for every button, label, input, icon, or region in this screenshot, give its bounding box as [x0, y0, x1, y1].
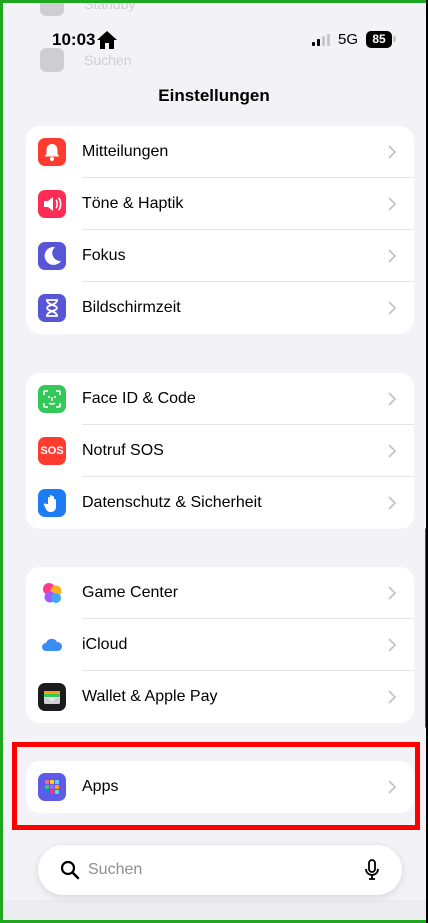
search-icon: [60, 860, 80, 880]
microphone-icon[interactable]: [364, 859, 380, 881]
settings-screen: Standby Suchen 10:03 5G 85 Einstellungen…: [0, 0, 428, 923]
row-label: Töne & Haptik: [82, 195, 184, 212]
row-label: Game Center: [82, 584, 179, 601]
chevron-right-icon: [388, 444, 396, 458]
row-mitteilungen[interactable]: Mitteilungen: [26, 126, 414, 178]
status-time: 10:03: [52, 30, 96, 49]
row-label: Fokus: [82, 247, 126, 264]
chevron-right-icon: [388, 690, 396, 704]
bottom-backdrop: [0, 900, 428, 923]
chevron-right-icon: [388, 638, 396, 652]
hourglass-icon: [38, 294, 66, 322]
row-icloud[interactable]: iCloud: [26, 619, 414, 671]
settings-group-4: Apps: [26, 761, 414, 813]
row-label: iCloud: [82, 636, 128, 653]
background-row-label: Standby: [84, 0, 136, 12]
row-wallet-apple-pay[interactable]: Wallet & Apple Pay: [26, 671, 414, 723]
cloud-icon: [38, 631, 66, 659]
battery-level: 85: [366, 31, 392, 48]
row-notruf-sos[interactable]: SOS Notruf SOS: [26, 425, 414, 477]
row-bildschirmzeit[interactable]: Bildschirmzeit: [26, 282, 414, 334]
row-label: Notruf SOS: [82, 442, 164, 459]
chevron-right-icon: [388, 496, 396, 510]
chevron-right-icon: [388, 145, 396, 159]
speaker-icon: [38, 190, 66, 218]
moon-icon: [38, 242, 66, 270]
settings-group-3: Game Center iCloud Wallet & Apple Pay: [26, 567, 414, 723]
chevron-right-icon: [388, 392, 396, 406]
row-game-center[interactable]: Game Center: [26, 567, 414, 619]
row-face-id-code[interactable]: Face ID & Code: [26, 373, 414, 425]
page-title: Einstellungen: [158, 86, 270, 105]
row-label: Wallet & Apple Pay: [82, 688, 218, 705]
game-center-icon: [38, 579, 66, 607]
chevron-right-icon: [388, 197, 396, 211]
settings-group-1: Mitteilungen Töne & Haptik Fokus Bildsch…: [26, 126, 414, 334]
background-row: Standby: [40, 0, 135, 16]
face-id-icon: [38, 385, 66, 413]
search-input[interactable]: Suchen: [88, 845, 142, 895]
chevron-right-icon: [388, 586, 396, 600]
battery-cap: [393, 36, 396, 42]
status-bar: 10:03 5G 85: [0, 24, 428, 56]
chevron-right-icon: [388, 249, 396, 263]
home-icon: [97, 31, 117, 49]
signal-icon: [312, 34, 330, 46]
row-label: Mitteilungen: [82, 143, 169, 160]
chevron-right-icon: [388, 780, 396, 794]
row-label: Face ID & Code: [82, 390, 196, 407]
row-label: Apps: [82, 778, 119, 795]
row-toene-haptik[interactable]: Töne & Haptik: [26, 178, 414, 230]
apps-grid-icon: [38, 773, 66, 801]
hand-icon: [38, 489, 66, 517]
row-fokus[interactable]: Fokus: [26, 230, 414, 282]
row-apps[interactable]: Apps: [26, 761, 414, 813]
row-label: Datenschutz & Sicherheit: [82, 494, 262, 511]
wallet-icon: [38, 683, 66, 711]
bell-icon: [38, 138, 66, 166]
row-label: Bildschirmzeit: [82, 299, 181, 316]
row-datenschutz-sicherheit[interactable]: Datenschutz & Sicherheit: [26, 477, 414, 529]
search-bar[interactable]: Suchen: [38, 845, 402, 895]
standby-icon: [40, 0, 64, 16]
sos-icon: SOS: [38, 437, 66, 465]
network-type: 5G: [338, 31, 359, 48]
chevron-right-icon: [388, 301, 396, 315]
settings-group-2: Face ID & Code SOS Notruf SOS Datenschut…: [26, 373, 414, 529]
